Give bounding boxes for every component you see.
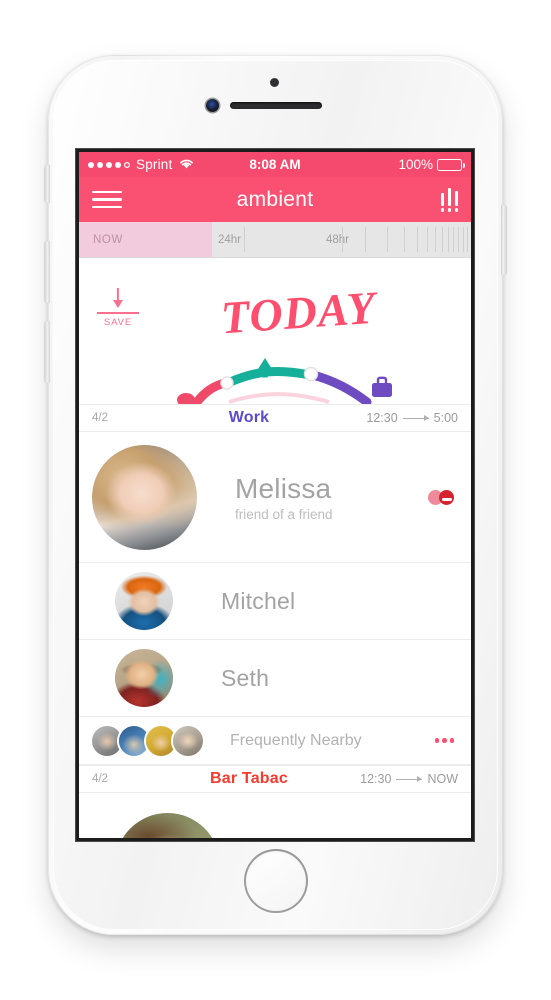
chart-series-shadow: [228, 392, 330, 404]
home-button[interactable]: [243, 849, 308, 913]
person-row-partial[interactable]: [79, 793, 471, 838]
status-bar: Sprint 8:08 AM 100%: [79, 152, 471, 177]
timeline-tick: [244, 227, 246, 252]
feed-scroll-area[interactable]: SAVE TODAY 4/2 Work 12:30 5:00 Melissa f…: [79, 258, 471, 838]
person-name: Mitchel: [221, 587, 296, 614]
bar-chart-icon[interactable]: [440, 187, 458, 212]
timeline-tick: [448, 227, 450, 252]
screenshot-stage: Sprint 8:08 AM 100% ambient NOW 24hr 48h…: [0, 0, 551, 1000]
battery-icon: [437, 158, 465, 171]
person-name: Seth: [221, 664, 270, 691]
avatar-nearby-3[interactable]: [146, 725, 176, 756]
carrier-label: Sprint: [136, 157, 173, 172]
person-text: Seth: [173, 665, 458, 692]
person-subtitle: friend of a friend: [235, 506, 333, 522]
volume-down-button[interactable]: [45, 321, 50, 383]
wifi-icon: [179, 157, 194, 172]
event-start-time: 12:30: [360, 772, 392, 786]
proximity-sensor-icon: [270, 78, 279, 87]
timeline-tick: [467, 227, 469, 252]
briefcase-icon: [372, 376, 392, 397]
avatar-nearby-1[interactable]: [92, 725, 122, 756]
person-row-melissa[interactable]: Melissa friend of a friend: [79, 432, 471, 563]
volume-up-button[interactable]: [45, 241, 50, 303]
avatar-seth[interactable]: [115, 649, 173, 707]
pull-to-save-label: SAVE: [103, 317, 133, 328]
person-text: Mitchel: [173, 588, 458, 615]
status-bar-left: Sprint: [88, 157, 194, 172]
timeline-tick: [453, 227, 455, 252]
chart-series-morning: [192, 378, 230, 407]
event-row-bar-tabac[interactable]: 4/2 Bar Tabac 12:30 NOW: [79, 765, 471, 793]
person-name: Melissa: [235, 472, 332, 504]
timeline-tick: [387, 227, 389, 252]
overflow-menu-icon[interactable]: [434, 738, 454, 743]
event-title: Bar Tabac: [210, 770, 288, 787]
frequently-nearby-label: Frequently Nearby: [230, 731, 362, 749]
timeline-tick: [427, 227, 429, 252]
event-title: Work: [228, 409, 270, 426]
connection-badge-icon[interactable]: [428, 489, 454, 505]
avatar-partial[interactable]: [115, 813, 220, 838]
timeline-tick: [458, 227, 460, 252]
person-row-mitchel[interactable]: Mitchel: [79, 563, 471, 640]
phone-device: Sprint 8:08 AM 100% ambient NOW 24hr 48h…: [45, 55, 506, 935]
avatar-mitchel[interactable]: [115, 572, 173, 630]
activity-arc-chart[interactable]: [79, 342, 471, 407]
download-arrow-icon: [97, 288, 139, 314]
timeline-tick: [463, 227, 465, 252]
timeline-tick: [442, 227, 444, 252]
timeline-tick: [417, 227, 419, 252]
avatar-melissa[interactable]: [92, 444, 197, 550]
person-text: Melissa friend of a friend: [197, 473, 428, 522]
timeline-scrubber[interactable]: NOW 24hr 48hr: [79, 222, 471, 258]
hamburger-menu-icon[interactable]: [92, 190, 122, 209]
timeline-now-label: NOW: [93, 233, 123, 246]
nav-bar: ambient: [79, 177, 471, 222]
avatar-nearby-4[interactable]: [173, 725, 203, 756]
nearby-avatar-group[interactable]: [92, 725, 203, 756]
person-row-seth[interactable]: Seth: [79, 640, 471, 717]
chart-marker: [220, 376, 234, 390]
chart-series-day: [223, 366, 315, 388]
event-end-time: NOW: [427, 772, 458, 786]
earpiece-speaker-icon: [229, 102, 322, 109]
power-button[interactable]: [501, 205, 506, 275]
front-camera-icon: [206, 99, 219, 112]
timeline-tick: [404, 227, 406, 252]
today-header: SAVE TODAY: [79, 258, 471, 407]
pull-to-save-indicator[interactable]: SAVE: [97, 288, 139, 328]
status-bar-right: 100%: [398, 157, 465, 172]
event-date: 4/2: [92, 773, 108, 785]
arrow-right-icon: [402, 415, 429, 421]
page-title: TODAY: [219, 281, 378, 344]
event-end-time: 5:00: [433, 411, 458, 425]
chart-marker: [303, 366, 319, 382]
event-time-range: 12:30 5:00: [348, 411, 458, 425]
timeline-track[interactable]: 24hr 48hr: [212, 222, 471, 257]
timeline-label-48hr: 48hr: [326, 233, 350, 246]
event-time-range: 12:30 NOW: [348, 772, 458, 786]
timeline-tick: [435, 227, 437, 252]
timeline-tick: [365, 227, 367, 252]
frequently-nearby-row[interactable]: Frequently Nearby: [79, 717, 471, 765]
app-title: ambient: [236, 187, 314, 211]
event-date: 4/2: [92, 412, 108, 424]
timeline-label-24hr: 24hr: [218, 233, 242, 246]
event-row-work[interactable]: 4/2 Work 12:30 5:00: [79, 404, 471, 432]
silent-switch[interactable]: [45, 165, 50, 203]
event-start-time: 12:30: [366, 411, 398, 425]
timeline-tick: [342, 227, 344, 252]
timeline-now-block[interactable]: NOW: [79, 222, 212, 257]
battery-percent-label: 100%: [398, 157, 433, 172]
phone-screen: Sprint 8:08 AM 100% ambient NOW 24hr 48h…: [79, 152, 471, 838]
arrow-right-icon: [396, 776, 423, 782]
chart-blob-morning: [177, 393, 195, 407]
signal-strength-icon: [88, 161, 130, 168]
avatar-nearby-2[interactable]: [119, 725, 149, 756]
